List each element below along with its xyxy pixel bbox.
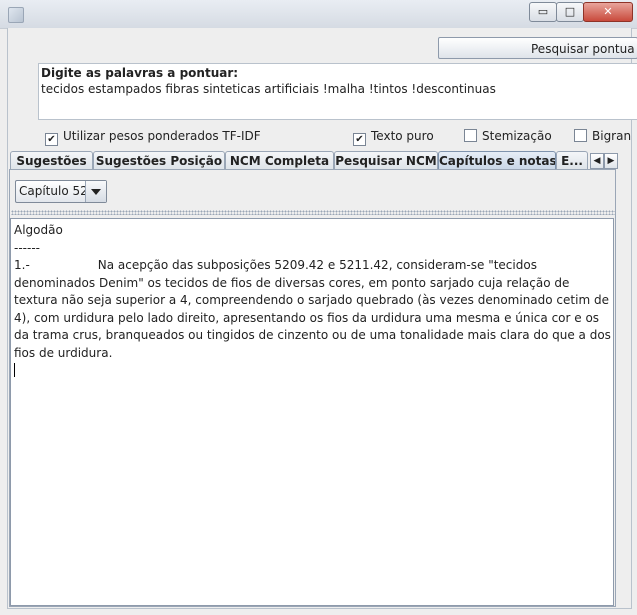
chevron-down-icon[interactable] [85, 181, 106, 202]
tfidf-label: Utilizar pesos ponderados TF-IDF [63, 129, 261, 143]
notes-paragraph: 1.- Na acepção das subposições 5209.42 e … [14, 257, 611, 362]
stemming-label: Stemização [482, 129, 552, 143]
chapter-notes-text[interactable]: Algodão ------ 1.- Na acepção das subposi… [10, 218, 614, 606]
query-area[interactable]: Digite as palavras a pontuar: tecidos es… [38, 63, 637, 120]
plain-text-option[interactable]: ✔ Texto puro [353, 129, 434, 146]
tfidf-checkbox[interactable]: ✔ [45, 133, 58, 146]
stemming-option[interactable]: Stemização [464, 129, 552, 145]
tab-pesquisar-ncm[interactable]: Pesquisar NCM [334, 151, 438, 170]
text-caret [14, 363, 15, 377]
maximize-button[interactable]: □ [556, 2, 584, 22]
notes-item-number: 1.- [14, 258, 30, 272]
tab-capitulos-notas[interactable]: Capítulos e notas [438, 151, 556, 170]
tab-more[interactable]: E... [556, 151, 588, 170]
tab-ncm-completa[interactable]: NCM Completa [225, 151, 334, 170]
tab-strip: Sugestões Sugestões Posição NCM Completa… [10, 151, 637, 170]
bigram-label: Bigran [592, 129, 632, 143]
tfidf-option[interactable]: ✔ Utilizar pesos ponderados TF-IDF [45, 129, 261, 146]
tab-scroll-right-icon[interactable]: ▶ [604, 153, 618, 169]
query-input[interactable]: tecidos estampados fibras sinteticas art… [41, 82, 496, 96]
plain-text-label: Texto puro [371, 129, 434, 143]
tab-sugestoes-posicao[interactable]: Sugestões Posição [93, 151, 225, 170]
title-bar: ▭ □ ✕ [0, 0, 637, 29]
close-button[interactable]: ✕ [583, 2, 633, 22]
query-label: Digite as palavras a pontuar: [41, 66, 239, 80]
stemming-checkbox[interactable] [464, 129, 477, 142]
bigram-option[interactable]: Bigran [574, 129, 637, 145]
minimize-button[interactable]: ▭ [529, 2, 557, 22]
notes-separator: ------ [14, 240, 40, 255]
app-icon [8, 7, 24, 23]
notes-heading: Algodão [14, 223, 63, 237]
bigram-checkbox[interactable] [574, 129, 587, 142]
plain-text-checkbox[interactable]: ✔ [353, 133, 366, 146]
chapter-select[interactable]: Capítulo 52 [15, 180, 107, 203]
tab-scroll-left-icon[interactable]: ◀ [590, 153, 604, 169]
split-divider[interactable] [11, 210, 615, 215]
tab-sugestoes[interactable]: Sugestões [10, 151, 93, 170]
search-score-button[interactable]: Pesquisar pontua [438, 37, 637, 59]
notes-paragraph-rest: Denim" os tecidos de fios de diversas co… [14, 275, 611, 360]
chapter-select-value: Capítulo 52 [19, 184, 88, 198]
